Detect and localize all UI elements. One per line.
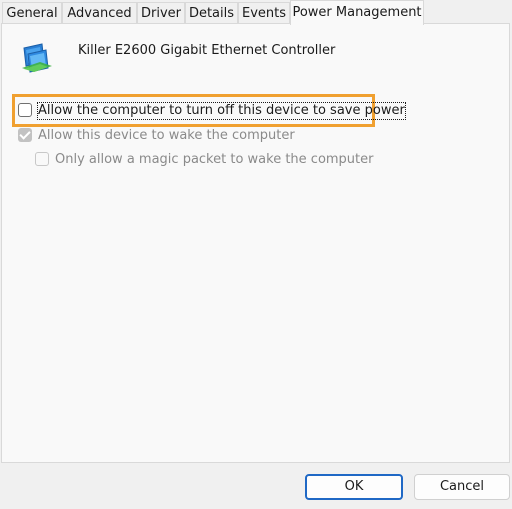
cancel-button[interactable]: Cancel [414, 474, 510, 500]
magic-packet-checkbox-row: Only allow a magic packet to wake the co… [35, 151, 374, 169]
allow-turn-off-checkbox-row[interactable]: Allow the computer to turn off this devi… [18, 102, 406, 120]
allow-turn-off-label[interactable]: Allow the computer to turn off this devi… [37, 102, 406, 120]
tab-panel [1, 23, 510, 463]
allow-turn-off-checkbox[interactable] [18, 103, 32, 117]
tab-label: Advanced [67, 6, 132, 21]
network-adapter-icon [22, 43, 52, 73]
tab-label: Details [188, 6, 235, 21]
tab-label: Power Management [292, 5, 422, 20]
allow-wake-checkbox-row: Allow this device to wake the computer [18, 127, 295, 145]
tab-label: Driver [140, 6, 181, 21]
magic-packet-checkbox [35, 152, 49, 166]
magic-packet-label: Only allow a magic packet to wake the co… [55, 152, 374, 167]
tab-driver[interactable]: Driver [137, 2, 185, 23]
tab-power-management[interactable]: Power Management [290, 0, 424, 25]
tab-label: Events [241, 6, 286, 21]
tab-general[interactable]: General [2, 2, 62, 23]
allow-wake-label: Allow this device to wake the computer [38, 128, 295, 143]
tab-advanced[interactable]: Advanced [62, 2, 137, 23]
device-name: Killer E2600 Gigabit Ethernet Controller [78, 43, 336, 58]
tab-events[interactable]: Events [238, 2, 290, 23]
tab-details[interactable]: Details [185, 2, 238, 23]
tab-strip: General Advanced Driver Details Events P… [0, 0, 512, 25]
tab-label: General [6, 6, 58, 21]
allow-wake-checkbox [18, 128, 32, 142]
ok-button[interactable]: OK [305, 474, 403, 500]
